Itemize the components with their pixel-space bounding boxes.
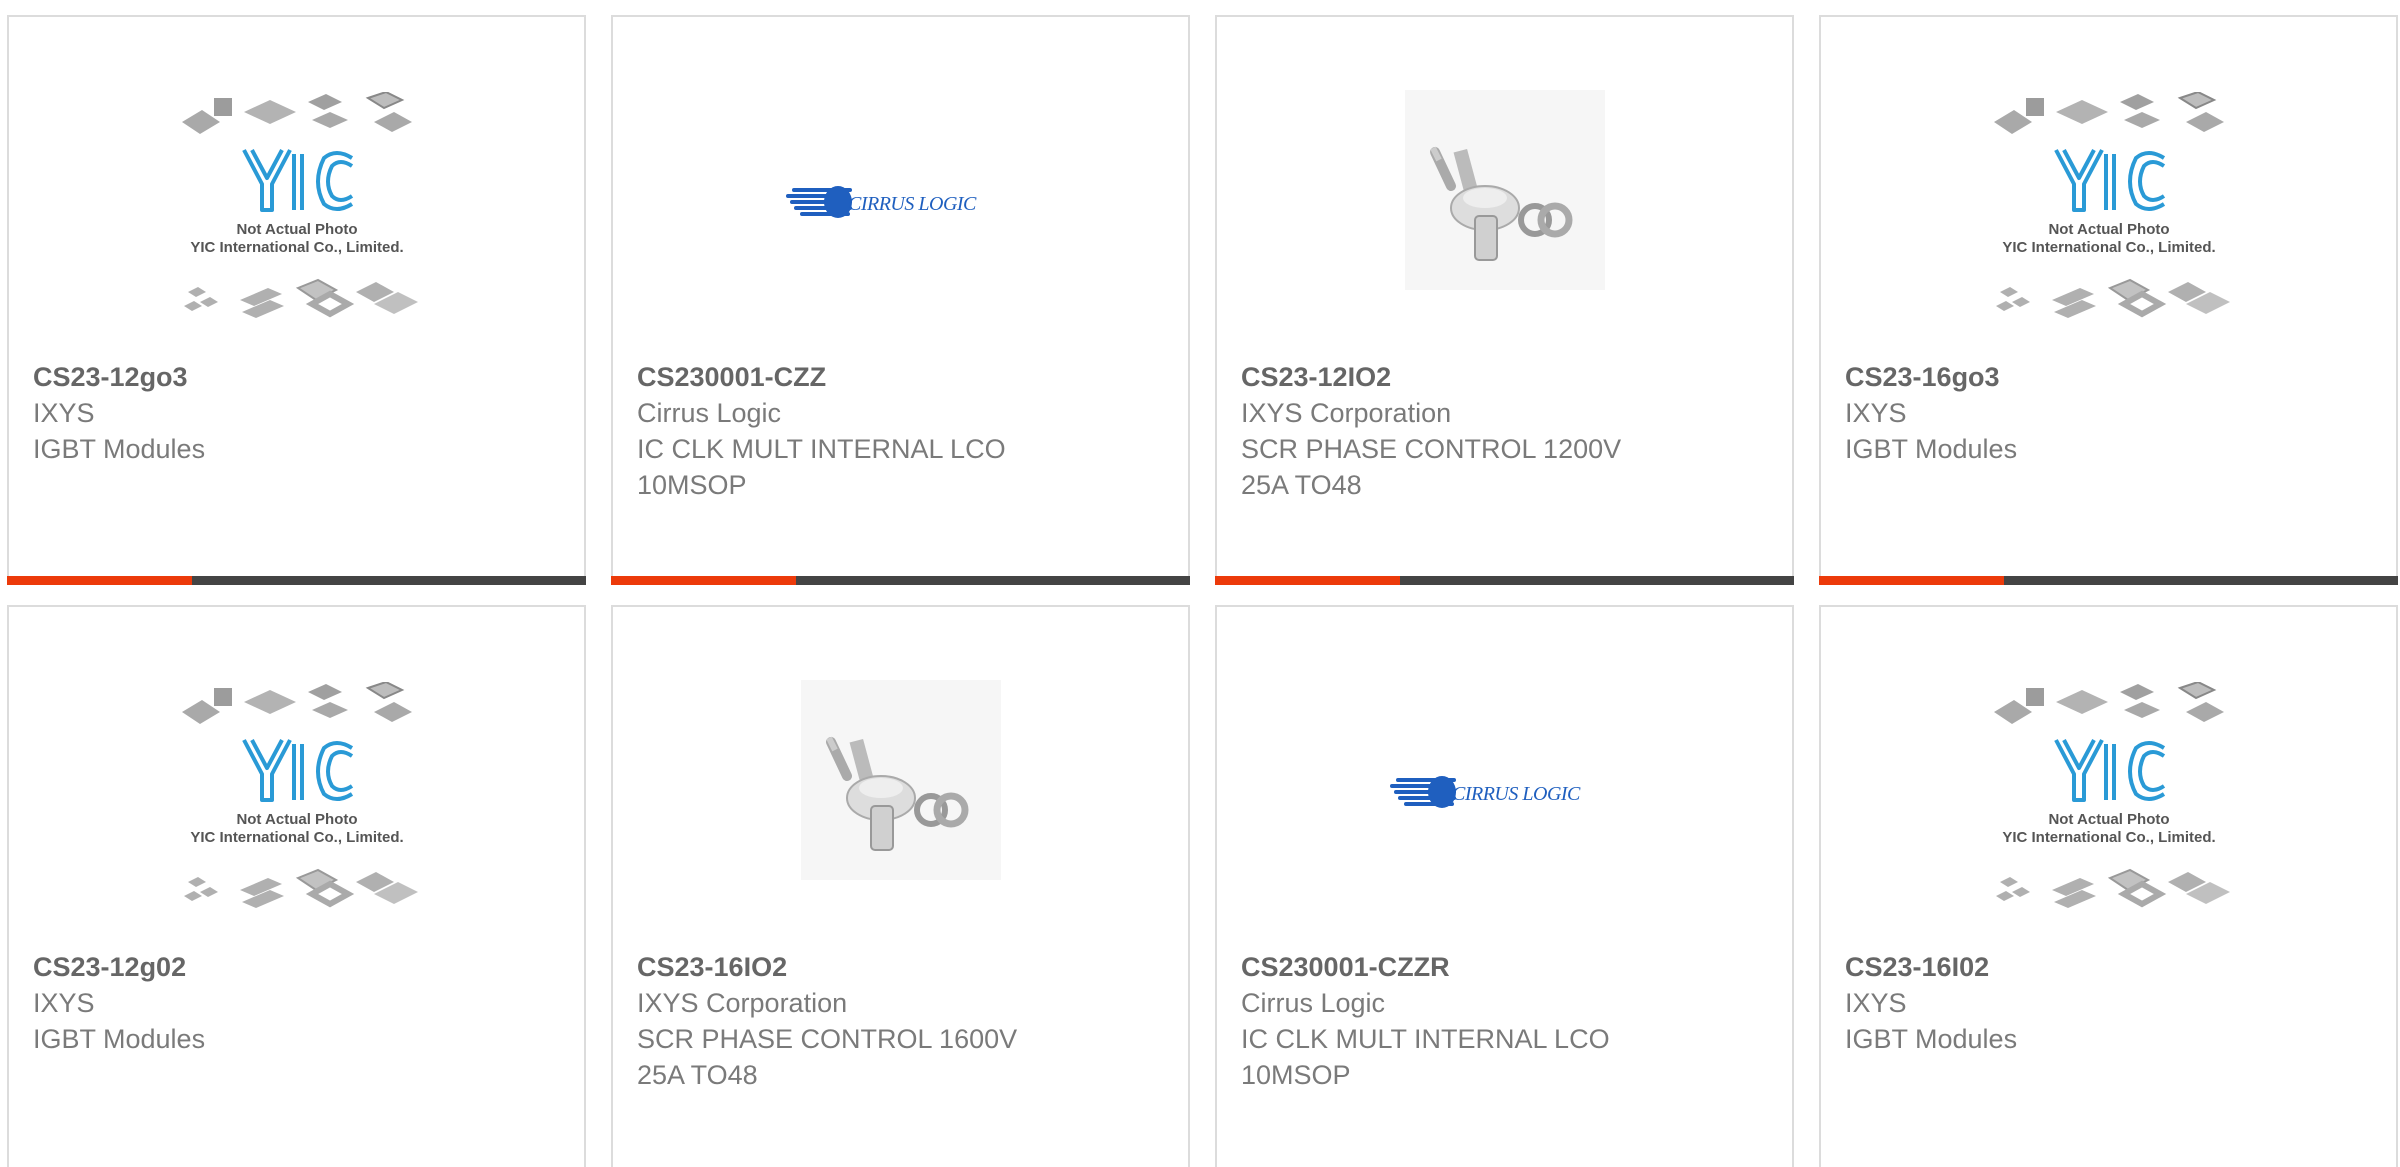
product-part-number[interactable]: CS23-16go3 [1845, 359, 2372, 395]
product-manufacturer: IXYS [1845, 988, 1907, 1018]
yic-note-line1: Not Actual Photo [236, 221, 357, 238]
yic-note-line2: YIC International Co., Limited. [190, 239, 403, 256]
product-manufacturer: IXYS Corporation [637, 988, 848, 1018]
product-card[interactable]: CS23-16IO2 IXYS Corporation SCR PHASE CO… [611, 605, 1190, 1167]
product-description: IGBT Modules [33, 434, 206, 464]
product-info: CS230001-CZZ Cirrus Logic IC CLK MULT IN… [637, 359, 1164, 503]
yic-note-line1: Not Actual Photo [236, 811, 357, 828]
yic-placeholder-image: Not Actual Photo YIC International Co., … [181, 682, 418, 908]
product-manufacturer: Cirrus Logic [637, 398, 782, 428]
product-description: IGBT Modules [1845, 434, 2018, 464]
cirrus-logo-text: CIRRUS LOGIC [848, 193, 977, 215]
card-progress-fill [1819, 576, 2005, 585]
card-progress-bar [1819, 576, 2398, 585]
card-progress-fill [7, 576, 193, 585]
card-progress-bar [1215, 576, 1794, 585]
product-card[interactable]: Not Actual Photo YIC International Co., … [1819, 605, 2398, 1167]
product-manufacturer: IXYS Corporation [1241, 398, 1452, 428]
yic-note-line2: YIC International Co., Limited. [2002, 239, 2215, 256]
product-manufacturer: IXYS [33, 398, 95, 428]
product-thumbnail[interactable]: Not Actual Photo YIC International Co., … [1821, 682, 2396, 952]
product-description: IGBT Modules [1845, 1024, 2018, 1054]
product-thumbnail[interactable] [613, 680, 1188, 952]
product-description: IC CLK MULT INTERNAL LCO 10MSOP [637, 434, 1006, 500]
product-manufacturer: IXYS [33, 988, 95, 1018]
product-description: SCR PHASE CONTROL 1600V 25A TO48 [637, 1024, 1018, 1090]
cirrus-logo-text: CIRRUS LOGIC [1452, 783, 1581, 805]
product-info: CS23-16IO2 IXYS Corporation SCR PHASE CO… [637, 949, 1164, 1093]
product-card[interactable]: CIRRUS LOGIC CS230001-CZZR Cirrus Logic … [1215, 605, 1794, 1167]
product-thumbnail[interactable]: Not Actual Photo YIC International Co., … [9, 92, 584, 362]
product-thumbnail[interactable]: CIRRUS LOGIC [1217, 682, 1792, 952]
product-manufacturer: Cirrus Logic [1241, 988, 1386, 1018]
product-part-number[interactable]: CS230001-CZZR [1241, 949, 1768, 985]
product-description: IGBT Modules [33, 1024, 206, 1054]
card-progress-fill [611, 576, 797, 585]
yic-note-line1: Not Actual Photo [2048, 221, 2169, 238]
cirrus-logic-logo: CIRRUS LOGIC [785, 186, 977, 218]
product-description: SCR PHASE CONTROL 1200V 25A TO48 [1241, 434, 1622, 500]
product-card[interactable]: Not Actual Photo YIC International Co., … [1819, 15, 2398, 585]
card-progress-bar [7, 576, 586, 585]
yic-placeholder-image: Not Actual Photo YIC International Co., … [1993, 92, 2230, 318]
product-part-number[interactable]: CS230001-CZZ [637, 359, 1164, 395]
product-info: CS23-12g02 IXYS IGBT Modules [33, 949, 560, 1057]
product-thumbnail[interactable]: CIRRUS LOGIC [613, 92, 1188, 362]
yic-note-line1: Not Actual Photo [2048, 811, 2169, 828]
product-manufacturer: IXYS [1845, 398, 1907, 428]
card-progress-bar [611, 576, 1190, 585]
product-grid: Not Actual Photo YIC International Co., … [0, 0, 2400, 1167]
yic-note-line2: YIC International Co., Limited. [2002, 829, 2215, 846]
product-info: CS23-16go3 IXYS IGBT Modules [1845, 359, 2372, 467]
product-part-number[interactable]: CS23-16IO2 [637, 949, 1164, 985]
product-card[interactable]: Not Actual Photo YIC International Co., … [7, 605, 586, 1167]
yic-placeholder-image: Not Actual Photo YIC International Co., … [181, 92, 418, 318]
cirrus-logic-logo: CIRRUS LOGIC [1389, 776, 1581, 808]
product-part-number[interactable]: CS23-12g02 [33, 949, 560, 985]
product-info: CS23-12IO2 IXYS Corporation SCR PHASE CO… [1241, 359, 1768, 503]
product-part-number[interactable]: CS23-12go3 [33, 359, 560, 395]
scr-device-image [800, 680, 1001, 880]
product-description: IC CLK MULT INTERNAL LCO 10MSOP [1241, 1024, 1610, 1090]
scr-device-image [1404, 90, 1605, 290]
product-info: CS230001-CZZR Cirrus Logic IC CLK MULT I… [1241, 949, 1768, 1093]
product-card[interactable]: CIRRUS LOGIC CS230001-CZZ Cirrus Logic I… [611, 15, 1190, 585]
product-part-number[interactable]: CS23-12IO2 [1241, 359, 1768, 395]
product-card[interactable]: CS23-12IO2 IXYS Corporation SCR PHASE CO… [1215, 15, 1794, 585]
product-info: CS23-12go3 IXYS IGBT Modules [33, 359, 560, 467]
product-info: CS23-16I02 IXYS IGBT Modules [1845, 949, 2372, 1057]
product-part-number[interactable]: CS23-16I02 [1845, 949, 2372, 985]
product-thumbnail[interactable] [1217, 90, 1792, 362]
yic-placeholder-image: Not Actual Photo YIC International Co., … [1993, 682, 2230, 908]
yic-note-line2: YIC International Co., Limited. [190, 829, 403, 846]
product-thumbnail[interactable]: Not Actual Photo YIC International Co., … [9, 682, 584, 952]
card-progress-fill [1215, 576, 1401, 585]
product-card[interactable]: Not Actual Photo YIC International Co., … [7, 15, 586, 585]
product-thumbnail[interactable]: Not Actual Photo YIC International Co., … [1821, 92, 2396, 362]
